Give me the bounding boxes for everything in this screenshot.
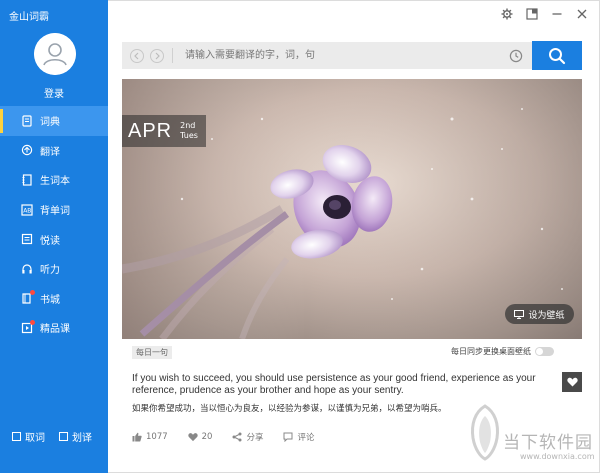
watermark-shield-icon [471, 404, 499, 461]
translate-icon [21, 144, 33, 156]
close-button[interactable] [575, 7, 589, 21]
comment-icon [283, 432, 293, 442]
set-wallpaper-label: 设为壁纸 [528, 310, 565, 321]
checkbox[interactable] [12, 432, 21, 441]
date-weekday: Tues [180, 131, 198, 140]
gear-icon [501, 8, 513, 20]
sidebar-item-label: 生词本 [40, 176, 70, 188]
course-icon [21, 319, 35, 334]
sidebar-item-courses[interactable]: 精品课 [0, 313, 108, 343]
sidebar-footer: 取词 划译 [12, 429, 92, 444]
sidebar-item-bookstore[interactable]: 书城 [0, 284, 108, 314]
back-button[interactable] [130, 48, 144, 63]
share-label: 分享 [246, 433, 264, 443]
sidebar-item-label: 词典 [40, 117, 60, 129]
sidebar-nav: 词典 翻译 生词本 AB 背单词 悦读 听力 书城 精品课 [0, 106, 108, 343]
sidebar-item-reading[interactable]: 悦读 [0, 224, 108, 254]
search-button[interactable] [532, 41, 582, 70]
close-icon [577, 9, 587, 19]
date-month: APR [128, 119, 173, 142]
avatar[interactable] [34, 33, 76, 75]
flashcard-icon: AB [21, 203, 33, 216]
date-day: 2nd [180, 121, 196, 130]
word-select-label: 划译 [72, 433, 92, 444]
minimize-icon [552, 13, 562, 15]
set-wallpaper-button[interactable]: 设为壁纸 [505, 304, 574, 324]
bookstore-icon [21, 290, 35, 304]
watermark-text: 当下软件园 [503, 433, 593, 453]
sentence-chinese: 如果你希望成功，当以恒心为良友，以经验为参谋，以谨慎为兄弟，以希望为哨兵。 [132, 404, 447, 414]
search-bar [122, 42, 532, 69]
minimize-button[interactable] [550, 7, 564, 21]
sidebar-item-label: 精品课 [40, 324, 70, 336]
sidebar-item-dictionary[interactable]: 词典 [0, 106, 108, 136]
chevron-left-icon [134, 52, 139, 59]
sidebar-item-wordbook[interactable]: 生词本 [0, 165, 108, 195]
window-controls [500, 7, 589, 21]
share-icon [232, 432, 242, 442]
word-capture-label: 取词 [25, 433, 45, 444]
watermark-logo [467, 402, 503, 462]
wallpaper-sync: 每日同步更换桌面壁纸 [451, 346, 554, 357]
wallpaper-sync-label: 每日同步更换桌面壁纸 [451, 347, 531, 356]
sidebar-item-label: 书城 [40, 294, 60, 306]
badge-dot [30, 290, 35, 296]
sidebar-item-translate[interactable]: 翻译 [0, 136, 108, 166]
share-button[interactable]: 分享 [232, 431, 263, 443]
mini-mode-button[interactable] [525, 7, 539, 21]
monitor-icon [514, 309, 525, 319]
sidebar-item-label: 翻译 [40, 146, 60, 158]
svg-text:AB: AB [23, 207, 31, 214]
search-input[interactable] [173, 42, 508, 69]
date-details: 2nd Tues [180, 121, 198, 141]
headphones-icon [21, 263, 33, 275]
sidebar-item-label: 背单词 [40, 206, 70, 218]
wallpaper-sync-toggle[interactable] [535, 347, 554, 356]
user-avatar-icon [34, 33, 76, 75]
book-icon [21, 115, 33, 127]
sidebar: 金山词霸 登录 词典 翻译 生词本 AB 背单词 悦读 听力 书城 精品课 取词… [0, 0, 108, 473]
thumbs-up-icon [132, 432, 142, 442]
clock-icon [509, 49, 523, 62]
sidebar-item-memorize[interactable]: AB 背单词 [0, 195, 108, 225]
sidebar-item-label: 听力 [40, 265, 60, 277]
heart-count: 20 [201, 432, 213, 442]
notebook-icon [21, 174, 33, 186]
history-button[interactable] [508, 48, 524, 64]
search-icon [549, 47, 566, 64]
app-title: 金山词霸 [9, 12, 49, 23]
chevron-right-icon [155, 52, 160, 59]
favorite-button[interactable] [562, 372, 582, 392]
mini-window-icon [526, 8, 538, 20]
sidebar-item-label: 悦读 [40, 235, 60, 247]
sidebar-item-listening[interactable]: 听力 [0, 254, 108, 284]
heart-button[interactable]: 20 [187, 432, 213, 442]
daily-sentence-tag: 每日一句 [132, 346, 172, 359]
main-panel: APR 2nd Tues 设为壁纸 每日一句 每日同步更换桌面壁纸 If you… [108, 0, 600, 473]
word-select-toggle[interactable]: 划译 [59, 429, 92, 444]
settings-button[interactable] [500, 7, 514, 21]
like-button[interactable]: 1077 [132, 432, 168, 442]
word-capture-toggle[interactable]: 取词 [12, 429, 45, 444]
daily-banner-image: APR 2nd Tues 设为壁纸 [122, 79, 582, 339]
badge-dot [30, 319, 35, 325]
checkbox[interactable] [59, 432, 68, 441]
like-count: 1077 [146, 432, 168, 442]
comment-label: 评论 [297, 433, 315, 443]
sentence-actions: 1077 20 分享 评论 [132, 431, 335, 443]
sentence-english: If you wish to succeed, you should use p… [132, 373, 536, 396]
heart-outline-icon [187, 433, 198, 442]
login-link[interactable]: 登录 [0, 85, 108, 100]
comment-button[interactable]: 评论 [283, 431, 315, 443]
watermark-url: www.downxia.com [520, 452, 595, 461]
reading-icon [21, 233, 33, 245]
forward-button[interactable] [150, 48, 164, 63]
date-badge: APR 2nd Tues [122, 115, 206, 147]
heart-icon [566, 377, 578, 387]
